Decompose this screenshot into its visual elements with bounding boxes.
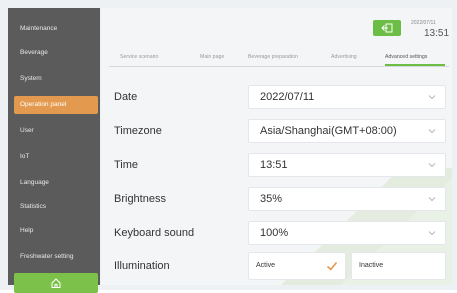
header-date: 2022/07/11 [411, 20, 436, 26]
brightness-value: 35% [260, 193, 283, 205]
timezone-value: Asia/Shanghai(GMT+08:00) [260, 125, 397, 137]
sidebar: Maintenance Beverage System Operation pa… [8, 8, 100, 293]
illumination-active-option[interactable]: Active [248, 252, 346, 280]
chevron-down-icon [428, 231, 436, 236]
sidebar-item-language[interactable]: Language [8, 174, 100, 192]
tab-beverage-preparation[interactable]: Beverage preparation [248, 54, 298, 60]
tab-main-page[interactable]: Main page [200, 54, 224, 60]
tab-bar: Service scenario Main page Beverage prep… [109, 52, 449, 67]
brightness-label: Brightness [114, 193, 166, 205]
date-label: Date [114, 91, 138, 103]
sidebar-item-operation-panel[interactable]: Operation panel [14, 96, 98, 114]
chevron-down-icon [428, 129, 436, 134]
chevron-down-icon [428, 95, 436, 100]
keyboard-sound-value: 100% [260, 227, 289, 239]
sidebar-item-freshwater-setting[interactable]: Freshwater setting [8, 248, 100, 266]
sidebar-item-beverage[interactable]: Beverage [8, 44, 100, 62]
illumination-inactive-option[interactable]: Inactive [351, 252, 446, 280]
time-field[interactable]: 13:51 [248, 153, 446, 177]
sidebar-item-system[interactable]: System [8, 70, 100, 88]
illumination-label: Illumination [114, 260, 170, 272]
sidebar-item-statistics[interactable]: Statistics [8, 198, 100, 216]
exit-icon [381, 23, 393, 33]
sidebar-item-maintenance[interactable]: Maintenance [8, 20, 100, 38]
illumination-active-label: Active [256, 262, 276, 269]
timezone-label: Timezone [114, 125, 162, 137]
sidebar-item-help[interactable]: Help [8, 222, 100, 240]
timezone-field[interactable]: Asia/Shanghai(GMT+08:00) [248, 119, 446, 143]
sidebar-item-user[interactable]: User [8, 122, 100, 140]
date-field[interactable]: 2022/07/11 [248, 85, 446, 109]
header-time: 13:51 [424, 28, 450, 39]
exit-button[interactable] [373, 20, 401, 36]
tab-service-scenario[interactable]: Service scenario [120, 54, 158, 60]
home-button[interactable] [14, 273, 98, 293]
home-icon [51, 278, 61, 288]
chevron-down-icon [428, 197, 436, 202]
app-frame: Maintenance Beverage System Operation pa… [0, 0, 457, 293]
check-icon [326, 261, 338, 271]
main-panel: 2022/07/11 13:51 Service scenario Main p… [101, 8, 452, 285]
date-value: 2022/07/11 [260, 91, 315, 103]
chevron-down-icon [428, 163, 436, 168]
time-label: Time [114, 159, 139, 171]
brightness-field[interactable]: 35% [248, 187, 446, 211]
time-value: 13:51 [260, 159, 288, 171]
keyboard-sound-field[interactable]: 100% [248, 221, 446, 245]
sidebar-item-iot[interactable]: IoT [8, 148, 100, 166]
tab-advertising[interactable]: Advertising [331, 54, 357, 60]
tab-active-indicator [385, 64, 445, 66]
illumination-inactive-label: Inactive [359, 262, 384, 269]
tab-advanced-settings[interactable]: Advanced settings [385, 54, 427, 60]
keyboard-sound-label: Keyboard sound [114, 227, 195, 239]
